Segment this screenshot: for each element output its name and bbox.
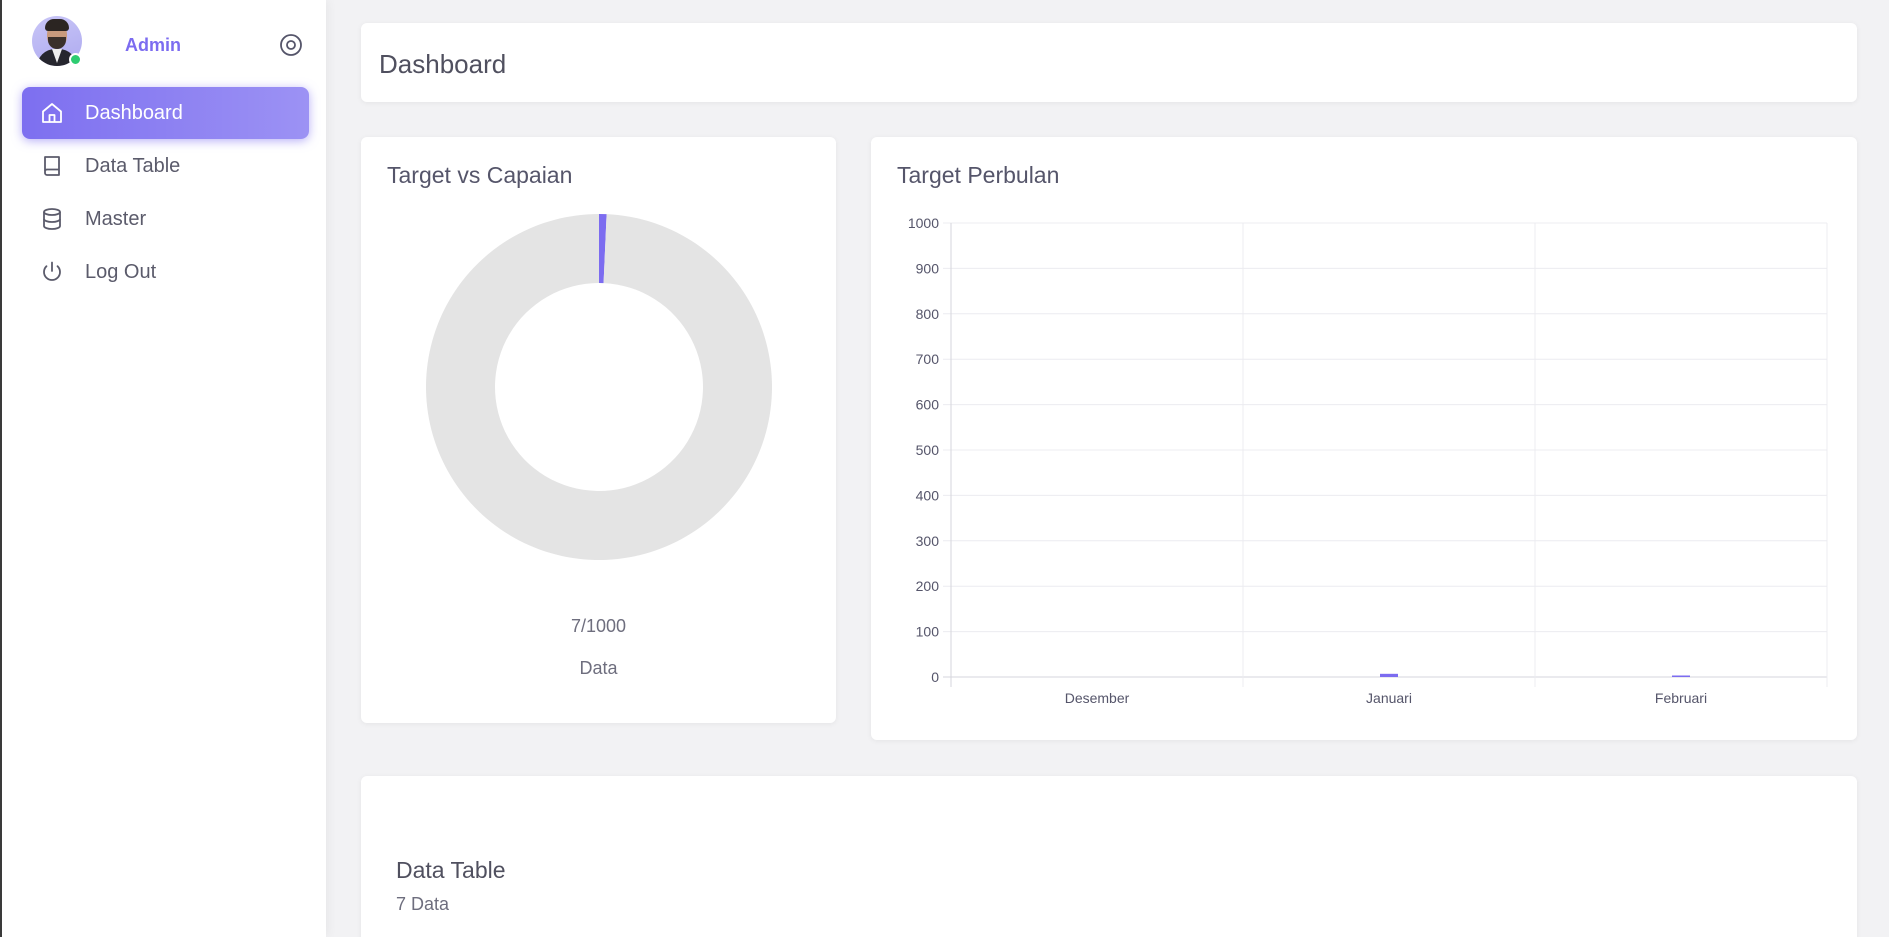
database-icon: [43, 208, 61, 230]
sidebar-nav: Dashboard Data Table Master Log Out: [22, 87, 309, 299]
bar[interactable]: [1380, 673, 1398, 677]
y-tick-label: 800: [916, 306, 940, 322]
x-tick-label: Januari: [1366, 690, 1412, 706]
settings-icon[interactable]: [279, 33, 303, 57]
y-tick-label: 300: [916, 533, 940, 549]
y-tick-label: 700: [916, 351, 940, 367]
page-header: Dashboard: [361, 23, 1857, 102]
y-tick-label: 100: [916, 624, 940, 640]
power-icon: [43, 261, 61, 281]
y-tick-label: 0: [931, 669, 939, 685]
data-table-card: Data Table 7 Data: [361, 776, 1857, 937]
sidebar-item-dashboard[interactable]: Dashboard: [22, 87, 309, 139]
book-icon: [44, 156, 60, 176]
y-tick-label: 500: [916, 442, 940, 458]
user-profile: Admin: [32, 16, 302, 68]
sidebar-item-label: Data Table: [85, 154, 181, 177]
bar-chart-card: Target Perbulan 0 100 200 300 400 500 600 700 80…: [871, 137, 1857, 740]
donut-value-text: 7/1000: [570, 616, 627, 636]
y-tick-label: 200: [916, 578, 940, 594]
home-icon: [42, 103, 62, 123]
donut-caption: Data: [579, 658, 618, 678]
sidebar-item-label: Dashboard: [85, 101, 183, 124]
donut-chart-card: Target vs Capaian 7/1000 Data: [361, 137, 836, 723]
donut-chart-title: Target vs Capaian: [387, 162, 573, 188]
x-tick-label: Desember: [1065, 690, 1130, 706]
y-tick-label: 900: [916, 260, 940, 276]
y-tick-label: 400: [916, 487, 940, 503]
page-title: Dashboard: [379, 49, 507, 79]
sidebar-item-log-out[interactable]: Log Out: [22, 246, 309, 298]
x-tick-label: Februari: [1655, 690, 1707, 706]
sidebar-item-label: Log Out: [85, 260, 157, 283]
table-title: Data Table: [396, 857, 506, 883]
sidebar-item-master[interactable]: Master: [22, 193, 309, 245]
y-tick-label: 1000: [908, 215, 939, 231]
table-count: 7 Data: [396, 894, 450, 914]
bar[interactable]: [1672, 675, 1690, 678]
donut-slice[interactable]: [425, 214, 772, 560]
sidebar-item-data-table[interactable]: Data Table: [22, 140, 309, 192]
donut-chart: [425, 214, 772, 560]
online-status-icon: [69, 53, 82, 66]
profile-name[interactable]: Admin: [125, 35, 181, 56]
sidebar: Admin Dashboard Data Table Master Log Ou…: [0, 0, 326, 937]
y-tick-label: 600: [916, 397, 940, 413]
sidebar-item-label: Master: [85, 207, 147, 230]
bar-chart: 0 100 200 300 400 500 600 700 800 900 1000 Desember…: [908, 215, 1828, 706]
